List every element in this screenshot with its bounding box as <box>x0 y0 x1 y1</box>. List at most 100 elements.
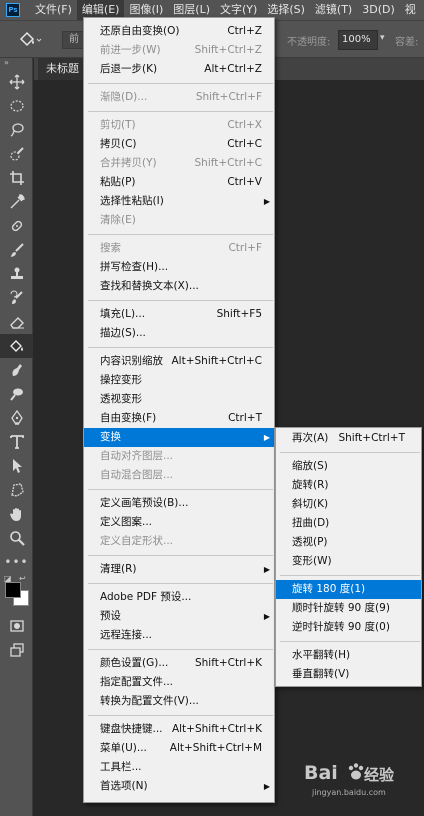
submenu-item-warp[interactable]: 变形(W) <box>276 552 421 571</box>
menu-item-toolbar[interactable]: 工具栏... <box>84 758 274 777</box>
menu-item-find-replace[interactable]: 查找和替换文本(X)... <box>84 277 274 296</box>
menu-item-define-shape: 定义自定形状... <box>100 535 174 547</box>
menu-item-convert-profile[interactable]: 转换为配置文件(V)... <box>84 692 274 711</box>
zoom-tool-icon[interactable] <box>0 526 33 550</box>
menu-separator <box>88 715 273 716</box>
shape-tool-icon[interactable] <box>0 478 33 502</box>
more-tools-icon[interactable]: ••• <box>0 550 33 574</box>
menu-separator <box>88 234 273 235</box>
watermark-brand: Bai <box>304 762 338 784</box>
menu-item-pdf-presets[interactable]: Adobe PDF 预设... <box>84 588 274 607</box>
transform-submenu: 再次(A) Shift+Ctrl+T 缩放(S) 旋转(R) 斜切(K) 扭曲(D… <box>275 427 422 687</box>
chevron-right-icon: ▶ <box>263 197 270 206</box>
menu-file[interactable]: 文件(F) <box>30 0 77 20</box>
document-tab[interactable]: 未标题 <box>38 58 84 80</box>
menu-item-transform[interactable]: 变换 ▶ <box>84 428 274 447</box>
menu-item-paste[interactable]: 粘贴(P) Ctrl+V <box>84 173 274 192</box>
menu-separator <box>88 583 273 584</box>
submenu-item-distort[interactable]: 扭曲(D) <box>276 514 421 533</box>
paw-icon <box>348 763 364 780</box>
chevron-right-icon: ▶ <box>263 612 270 621</box>
lasso-tool-icon[interactable] <box>0 118 33 142</box>
menu-separator <box>88 347 273 348</box>
menu-item-presets[interactable]: 预设 ▶ <box>84 607 274 626</box>
menu-separator <box>280 575 420 576</box>
submenu-item-rotate-180[interactable]: 旋转 180 度(1) <box>276 580 421 599</box>
quick-mask-icon[interactable] <box>0 614 33 638</box>
photoshop-logo: Ps <box>6 3 20 17</box>
stamp-tool-icon[interactable] <box>0 262 33 286</box>
history-brush-icon[interactable] <box>0 286 33 310</box>
menu-separator <box>88 83 273 84</box>
move-tool-icon[interactable] <box>0 70 33 94</box>
menu-item-purge[interactable]: 清理(R) ▶ <box>84 560 274 579</box>
menu-item-remote-connections[interactable]: 远程连接... <box>84 626 274 645</box>
menu-separator <box>88 111 273 112</box>
submenu-item-rotate[interactable]: 旋转(R) <box>276 476 421 495</box>
submenu-item-perspective[interactable]: 透视(P) <box>276 533 421 552</box>
submenu-item-flip-horizontal[interactable]: 水平翻转(H) <box>276 646 421 665</box>
chevron-right-icon: ▶ <box>263 433 270 442</box>
eyedropper-icon[interactable] <box>0 190 33 214</box>
healing-brush-icon[interactable] <box>0 214 33 238</box>
menu-item-perspective-warp[interactable]: 透视变形 <box>84 390 274 409</box>
menu-item-stroke[interactable]: 描边(S)... <box>84 324 274 343</box>
dodge-tool-icon[interactable] <box>0 382 33 406</box>
submenu-item-again[interactable]: 再次(A) Shift+Ctrl+T <box>276 429 421 448</box>
menu-separator <box>88 649 273 650</box>
menu-item-check-spelling[interactable]: 拼写检查(H)... <box>84 258 274 277</box>
brush-tool-icon[interactable] <box>0 238 33 262</box>
submenu-item-rotate-cw[interactable]: 顺时针旋转 90 度(9) <box>276 599 421 618</box>
submenu-item-flip-vertical[interactable]: 垂直翻转(V) <box>276 665 421 684</box>
pen-tool-icon[interactable] <box>0 406 33 430</box>
opacity-input[interactable]: 100% <box>338 30 378 50</box>
menu-filter[interactable]: 滤镜(T) <box>310 0 357 20</box>
menu-item-step-backward[interactable]: 后退一步(K) Alt+Ctrl+Z <box>84 60 274 79</box>
tolerance-label: 容差: <box>395 37 419 48</box>
menu-item-fill[interactable]: 填充(L)... Shift+F5 <box>84 305 274 324</box>
menu-item-auto-blend: 自动混合图层... <box>100 469 174 481</box>
menu-separator <box>88 489 273 490</box>
fill-source-select[interactable]: 前 <box>62 31 84 49</box>
menu-item-copy-merged: 合并拷贝(Y) Shift+Ctrl+C <box>100 157 262 169</box>
foreground-color-swatch[interactable] <box>5 582 21 598</box>
menu-item-paste-special[interactable]: 选择性粘贴(I) ▶ <box>84 192 274 211</box>
menu-3d[interactable]: 3D(D) <box>357 0 400 20</box>
eraser-tool-icon[interactable] <box>0 310 33 334</box>
menu-item-preferences[interactable]: 首选项(N) ▶ <box>84 777 274 796</box>
chevron-down-icon[interactable]: ▾ <box>380 33 385 43</box>
menu-item-step-forward: 前进一步(W) Shift+Ctrl+Z <box>100 44 262 56</box>
menu-separator <box>280 452 420 453</box>
submenu-item-scale[interactable]: 缩放(S) <box>276 457 421 476</box>
crop-tool-icon[interactable] <box>0 166 33 190</box>
hand-tool-icon[interactable] <box>0 502 33 526</box>
screen-mode-icon[interactable] <box>0 638 33 662</box>
menu-separator <box>88 555 273 556</box>
menu-view[interactable]: 视 <box>400 0 421 20</box>
submenu-item-skew[interactable]: 斜切(K) <box>276 495 421 514</box>
menu-item-free-transform[interactable]: 自由变换(F) Ctrl+T <box>84 409 274 428</box>
submenu-item-rotate-ccw[interactable]: 逆时针旋转 90 度(0) <box>276 618 421 637</box>
watermark-url: jingyan.baidu.com <box>312 788 386 797</box>
menu-item-define-pattern[interactable]: 定义图案... <box>84 513 274 532</box>
menu-item-keyboard-shortcuts[interactable]: 键盘快捷键... Alt+Shift+Ctrl+K <box>84 720 274 739</box>
menu-item-undo[interactable]: 还原自由变换(O) Ctrl+Z <box>84 22 274 41</box>
menu-item-assign-profile[interactable]: 指定配置文件... <box>84 673 274 692</box>
quick-select-icon[interactable] <box>0 142 33 166</box>
menu-item-content-aware-scale[interactable]: 内容识别缩放 Alt+Shift+Ctrl+C <box>84 352 274 371</box>
smudge-tool-icon[interactable] <box>0 358 33 382</box>
marquee-tool-icon[interactable] <box>0 94 33 118</box>
menu-item-puppet-warp[interactable]: 操控变形 <box>84 371 274 390</box>
menu-item-copy[interactable]: 拷贝(C) Ctrl+C <box>84 135 274 154</box>
type-tool-icon[interactable] <box>0 430 33 454</box>
menu-item-color-settings[interactable]: 颜色设置(G)... Shift+Ctrl+K <box>84 654 274 673</box>
menu-item-menus[interactable]: 菜单(U)... Alt+Shift+Ctrl+M <box>84 739 274 758</box>
chevron-right-icon: ▶ <box>263 565 270 574</box>
paint-bucket-tool-icon[interactable] <box>0 334 33 358</box>
opacity-label: 不透明度: <box>287 37 331 48</box>
path-select-icon[interactable] <box>0 454 33 478</box>
collapse-icon[interactable]: » <box>0 58 32 70</box>
menu-item-fade: 渐隐(D)... Shift+Ctrl+F <box>100 91 262 103</box>
menu-item-define-brush[interactable]: 定义画笔预设(B)... <box>84 494 274 513</box>
paint-bucket-icon[interactable] <box>18 31 42 49</box>
